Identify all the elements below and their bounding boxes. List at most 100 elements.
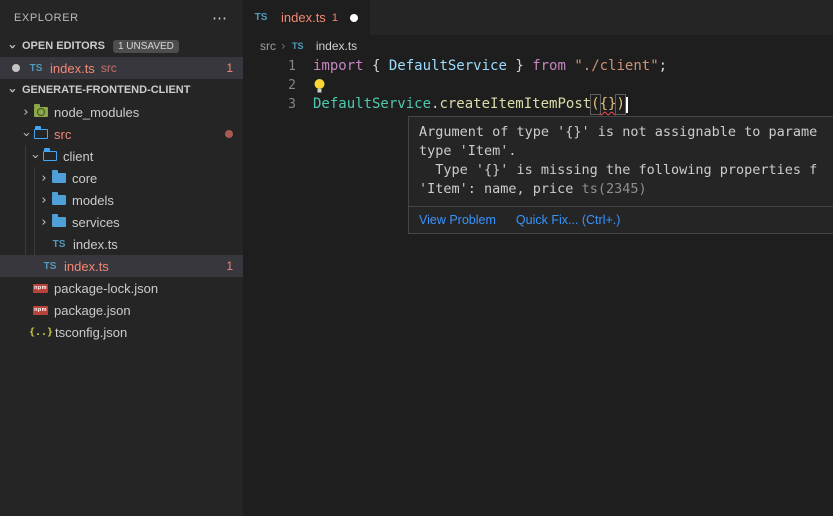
folder-icon	[52, 195, 66, 205]
error-message-text: Argument of type '{}' is not assignable …	[419, 124, 817, 140]
open-editors-header[interactable]: › OPEN EDITORS 1 UNSAVED	[0, 35, 243, 57]
code-line-content[interactable]: import { DefaultService } from "./client…	[296, 57, 667, 76]
code-token: ;	[659, 57, 667, 76]
tree-item-package-json[interactable]: npmpackage.json	[0, 299, 243, 321]
error-squiggle-token: {}	[600, 95, 617, 114]
folder-icon	[52, 217, 66, 227]
breadcrumb-folder[interactable]: src	[260, 39, 276, 53]
tree-item-core[interactable]: › core	[0, 167, 243, 189]
chevron-down-icon: ›	[5, 82, 20, 98]
tree-item-label: node_modules	[54, 105, 139, 120]
tree-item-label: package-lock.json	[54, 281, 158, 296]
chevron-down-icon: ›	[5, 38, 20, 54]
chevron-down-icon[interactable]: ›	[28, 148, 43, 164]
code-token: DefaultService	[313, 95, 431, 114]
tree-item-models[interactable]: › models	[0, 189, 243, 211]
sidebar-title: EXPLORER	[14, 12, 206, 24]
error-message: Argument of type '{}' is not assignable …	[409, 117, 833, 206]
tree-item-label: core	[72, 171, 97, 186]
code-token: .	[431, 95, 439, 114]
code-line-1: 1import { DefaultService } from "./clien…	[243, 57, 833, 76]
open-editor-folder-detail: src	[101, 61, 117, 75]
quick-fix-link[interactable]: Quick Fix... (Ctrl+.)	[516, 213, 621, 227]
typescript-icon: TS	[291, 41, 305, 51]
dirty-dot-icon[interactable]	[12, 64, 20, 72]
code-token: createItemItemPost	[439, 95, 591, 114]
error-message-text: Type '{}' is missing the following prope…	[419, 162, 817, 178]
json-config-icon: {..}	[33, 327, 49, 338]
tree-item-label: index.ts	[73, 237, 118, 252]
chevron-right-icon[interactable]: ›	[36, 171, 52, 186]
tree-item-label: index.ts	[64, 259, 109, 274]
tab-bar: TS index.ts 1	[243, 0, 833, 35]
error-message-text: type 'Item'.	[419, 143, 517, 159]
tab-error-count: 1	[332, 12, 338, 24]
code-token	[566, 57, 574, 76]
typescript-icon: TS	[51, 239, 67, 250]
folder-open-icon	[43, 151, 57, 161]
more-actions-icon[interactable]: ⋯	[206, 9, 233, 27]
open-editor-filename: index.ts	[50, 61, 95, 76]
folder-error-dot-icon	[225, 130, 233, 138]
tree-item-tsconfig-json[interactable]: {..} tsconfig.json	[0, 321, 243, 343]
unsaved-badge: 1 UNSAVED	[113, 40, 179, 53]
tree-item-services[interactable]: › services	[0, 211, 243, 233]
text-cursor	[626, 97, 628, 113]
tree-item-node-modules[interactable]: › node_modules	[0, 101, 243, 123]
npm-icon: npm	[33, 306, 48, 315]
breadcrumb: src › TS index.ts	[243, 35, 833, 57]
tree-item-index-ts[interactable]: TS index.ts	[0, 233, 243, 255]
node-modules-folder-icon	[34, 107, 48, 117]
code-token: {	[364, 57, 389, 76]
typescript-icon: TS	[253, 12, 269, 23]
npm-icon: npm	[33, 284, 48, 293]
tree-item-label: src	[54, 127, 71, 142]
typescript-icon: TS	[42, 261, 58, 272]
error-count-badge: 1	[226, 61, 233, 75]
code-token: )	[616, 95, 624, 114]
chevron-right-icon: ›	[281, 39, 286, 53]
error-code-ref: ts(2345)	[582, 181, 647, 197]
line-number: 1	[243, 57, 296, 76]
view-problem-link[interactable]: View Problem	[419, 213, 496, 227]
error-count-badge: 1	[226, 259, 233, 273]
code-token: DefaultService	[389, 57, 507, 76]
workspace-section-header[interactable]: › GENERATE-FRONTEND-CLIENT	[0, 79, 243, 101]
code-token: from	[532, 57, 566, 76]
code-line-content[interactable]	[296, 76, 326, 95]
file-tree: › node_modules › src › client › core › models › ser…	[0, 101, 243, 343]
tab-filename: index.ts	[281, 10, 326, 25]
tree-item-label: models	[72, 193, 114, 208]
code-line-content[interactable]: DefaultService.createItemItemPost({})	[296, 95, 628, 114]
tree-item-index-ts[interactable]: TS index.ts 1	[0, 255, 243, 277]
error-message-text: 'Item': name, price	[419, 181, 582, 197]
workspace-name: GENERATE-FRONTEND-CLIENT	[22, 84, 190, 96]
unsaved-dot-icon[interactable]	[350, 14, 358, 22]
sidebar-header: EXPLORER ⋯	[0, 0, 243, 35]
tree-item-label: tsconfig.json	[55, 325, 127, 340]
code-token: }	[507, 57, 532, 76]
hover-actions: View Problem Quick Fix... (Ctrl+.)	[409, 206, 833, 233]
tree-item-label: client	[63, 149, 93, 164]
chevron-right-icon[interactable]: ›	[18, 105, 34, 120]
line-number: 2	[243, 76, 296, 95]
typescript-icon: TS	[28, 63, 44, 74]
tab-index-ts[interactable]: TS index.ts 1	[243, 0, 370, 35]
chevron-right-icon[interactable]: ›	[36, 215, 52, 230]
tree-item-client[interactable]: › client	[0, 145, 243, 167]
code-lines: 1import { DefaultService } from "./clien…	[243, 57, 833, 114]
open-editor-item-index-ts[interactable]: TS index.ts src 1	[0, 57, 243, 79]
chevron-down-icon[interactable]: ›	[19, 126, 34, 142]
tree-item-label: services	[72, 215, 120, 230]
line-number: 3	[243, 95, 296, 114]
lightbulb-icon[interactable]	[313, 78, 326, 94]
chevron-right-icon[interactable]: ›	[36, 193, 52, 208]
open-editors-label: OPEN EDITORS	[22, 40, 105, 52]
tree-item-package-lock-json[interactable]: npm package-lock.json	[0, 277, 243, 299]
breadcrumb-file[interactable]: index.ts	[316, 39, 357, 53]
code-line-3: 3DefaultService.createItemItemPost({})	[243, 95, 833, 114]
explorer-sidebar: EXPLORER ⋯ › OPEN EDITORS 1 UNSAVED TS i…	[0, 0, 243, 516]
code-token: (	[591, 95, 599, 114]
code-token: import	[313, 57, 364, 76]
tree-item-src[interactable]: › src	[0, 123, 243, 145]
